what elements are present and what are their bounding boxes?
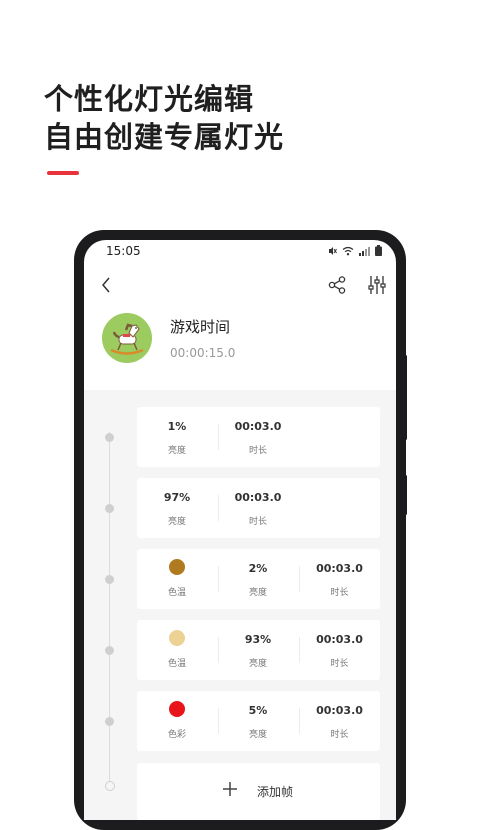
duration-label: 时长 [248,517,267,527]
brightness-label: 亮度 [248,588,267,598]
brightness-value: 5% [248,704,268,717]
timeline-dot [105,646,114,655]
duration-value: 00:03.0 [234,491,282,504]
brightness-value: 2% [248,562,268,575]
add-frame-label: 添加帧 [257,785,294,799]
scene-avatar[interactable] [102,313,152,363]
duration-value: 00:03.0 [316,704,363,717]
promo-title-line2: 自由创建专属灯光 [44,120,285,154]
share-button[interactable] [324,272,350,298]
scene-header: 游戏时间 00:00:15.0 [84,300,396,390]
timeline-dot [105,575,114,584]
scene-duration: 00:00:15.0 [170,346,236,360]
color-temp-label: 色温 [167,659,186,669]
status-bar: 15:05 [84,240,396,262]
chevron-left-icon [102,277,110,293]
color-swatch [169,559,185,575]
brightness-label: 亮度 [248,730,267,740]
back-button[interactable] [94,272,120,298]
sliders-icon [368,276,386,294]
phone-side-button-upper [404,355,407,440]
color-temp-label: 色温 [167,588,186,598]
toolbar [84,270,396,300]
status-time: 15:05 [106,244,141,258]
duration-cell: 00:03.0 时长 [218,478,298,538]
duration-label: 时长 [330,659,349,669]
duration-cell: 00:03.0 时长 [299,620,380,680]
duration-cell: 00:03.0 时长 [218,407,298,467]
brightness-value: 97% [163,491,191,504]
brightness-cell: 93% 亮度 [218,620,298,680]
plus-icon [223,782,237,796]
duration-label: 时长 [330,730,349,740]
brightness-cell: 1% 亮度 [137,407,217,467]
add-frame-button[interactable]: 添加帧 [137,763,380,820]
brightness-cell: 2% 亮度 [218,549,298,609]
app-screen: 15:05 游戏时间 00:00:15.0 1% 亮度 00:03.0 时长 9… [84,240,396,820]
brightness-cell: 97% 亮度 [137,478,217,538]
brightness-label: 亮度 [167,517,186,527]
brightness-value: 93% [244,633,272,646]
frame-card[interactable]: 色温 93% 亮度 00:03.0 时长 [137,620,380,680]
timeline-dot [105,717,114,726]
promo-title-line1: 个性化灯光编辑 [44,82,255,116]
duration-cell: 00:03.0 时长 [299,549,380,609]
color-swatch [169,701,185,717]
brightness-label: 亮度 [248,659,267,669]
brightness-value: 1% [167,420,187,433]
timeline-dot [105,433,114,442]
color-swatch [169,630,185,646]
duration-value: 00:03.0 [316,633,363,646]
scene-name: 游戏时间 [170,318,231,336]
timeline-dot-add [105,781,115,791]
timeline-line [109,432,110,782]
wifi-icon [342,246,354,255]
duration-value: 00:03.0 [234,420,282,433]
promo-heading: 个性化灯光编辑 自由创建专属灯光 [44,80,284,156]
adjust-button[interactable] [364,272,390,298]
phone-side-button-lower [404,475,407,515]
promo-accent-bar [47,171,79,175]
signal-icon [359,246,370,256]
frame-card[interactable]: 1% 亮度 00:03.0 时长 [137,407,380,467]
timeline-dot [105,504,114,513]
battery-icon [375,245,382,256]
brightness-cell: 5% 亮度 [218,691,298,751]
rocking-horse-icon [110,323,144,355]
color-temp-cell: 色温 [137,620,217,680]
frame-card[interactable]: 色彩 5% 亮度 00:03.0 时长 [137,691,380,751]
color-cell: 色彩 [137,691,217,751]
duration-value: 00:03.0 [316,562,363,575]
mute-icon [329,246,337,255]
color-label: 色彩 [167,730,186,740]
duration-cell: 00:03.0 时长 [299,691,380,751]
brightness-label: 亮度 [167,446,186,456]
frame-list: 1% 亮度 00:03.0 时长 97% 亮度 00:03.0 时长 色温 2%… [84,390,396,820]
duration-label: 时长 [330,588,349,598]
duration-label: 时长 [248,446,267,456]
share-icon [328,276,346,294]
color-temp-cell: 色温 [137,549,217,609]
frame-card[interactable]: 色温 2% 亮度 00:03.0 时长 [137,549,380,609]
frame-card[interactable]: 97% 亮度 00:03.0 时长 [137,478,380,538]
